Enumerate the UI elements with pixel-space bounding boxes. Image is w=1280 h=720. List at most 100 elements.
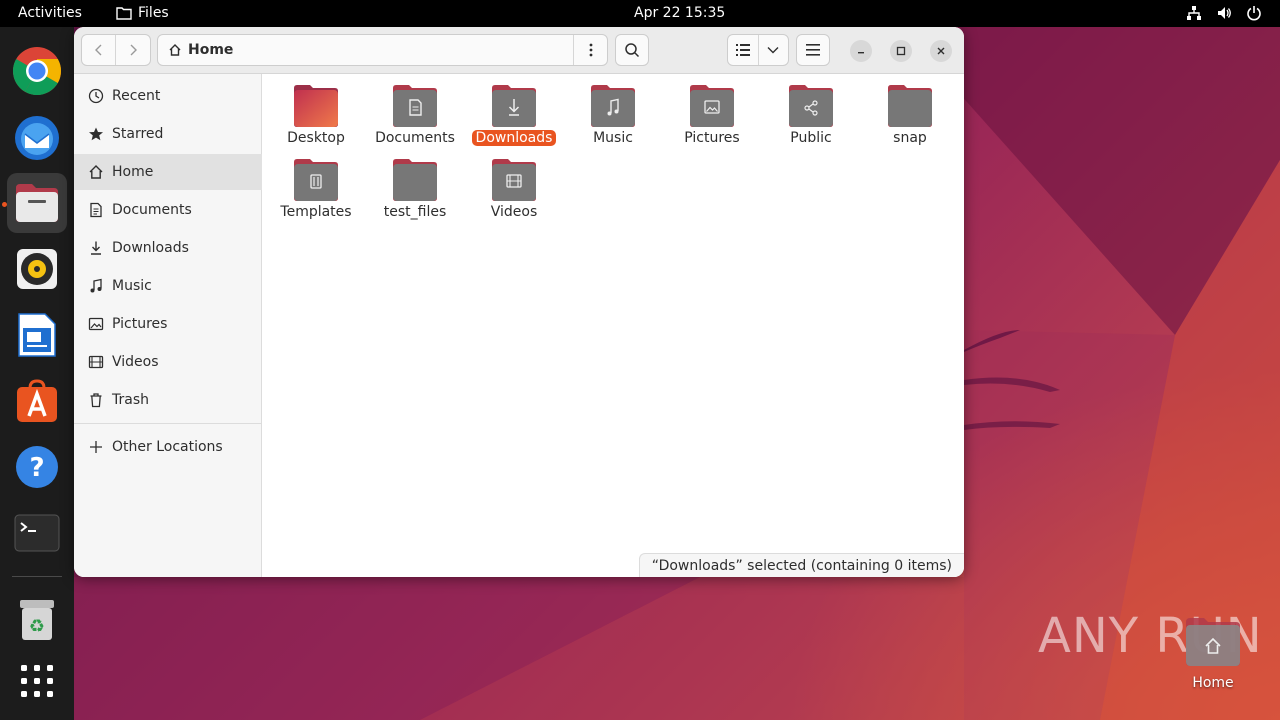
folder-videos[interactable]: Videos — [466, 158, 562, 230]
path-label: Home — [188, 42, 234, 58]
file-grid: Desktop Documents Downloads Music Pictur… — [263, 74, 964, 577]
volume-icon[interactable] — [1216, 5, 1232, 21]
sidebar: Recent Starred Home Documents Downloads … — [74, 74, 262, 577]
folder-icon — [888, 85, 932, 127]
svg-text:?: ? — [29, 453, 44, 483]
svg-text:♻: ♻ — [29, 616, 45, 637]
terminal-icon — [14, 514, 60, 552]
software-center-icon — [17, 379, 57, 422]
desktop-home-label: Home — [1192, 675, 1234, 691]
folder-music[interactable]: Music — [565, 84, 661, 156]
folder-documents[interactable]: Documents — [367, 84, 463, 156]
folder-public[interactable]: Public — [763, 84, 859, 156]
activities-button[interactable]: Activities — [18, 5, 82, 21]
help-launcher[interactable]: ? — [7, 437, 67, 497]
clock[interactable]: Apr 22 15:35 — [634, 5, 725, 21]
path-bar[interactable]: Home — [157, 34, 608, 66]
sidebar-item-other-locations[interactable]: Other Locations — [74, 429, 262, 465]
folder-label: Pictures — [684, 130, 740, 146]
sidebar-item-music[interactable]: Music — [74, 268, 262, 304]
sidebar-item-videos[interactable]: Videos — [74, 344, 262, 380]
show-apps-button[interactable] — [7, 651, 67, 711]
path-menu-button[interactable] — [573, 35, 607, 65]
sidebar-item-home[interactable]: Home — [74, 154, 262, 190]
show-apps-icon — [21, 665, 53, 697]
writer-launcher[interactable] — [7, 305, 67, 365]
folder-label: Videos — [490, 204, 538, 220]
folder-icon — [116, 7, 132, 20]
back-button[interactable] — [82, 35, 117, 65]
help-icon: ? — [16, 446, 58, 488]
dock-separator — [12, 576, 62, 577]
minimize-button[interactable] — [850, 40, 872, 62]
star-icon — [88, 126, 104, 142]
software-launcher[interactable] — [7, 371, 67, 431]
sidebar-item-starred[interactable]: Starred — [74, 116, 262, 152]
main-menu-button[interactable] — [796, 34, 830, 66]
vertical-dots-icon — [589, 43, 592, 57]
sidebar-item-downloads[interactable]: Downloads — [74, 230, 262, 266]
sidebar-item-label: Recent — [112, 88, 161, 104]
sidebar-item-recent[interactable]: Recent — [74, 78, 262, 114]
folder-label: snap — [893, 130, 927, 146]
sidebar-item-documents[interactable]: Documents — [74, 192, 262, 228]
home-icon — [169, 44, 181, 56]
folder-label: Templates — [280, 204, 352, 220]
network-icon[interactable] — [1186, 5, 1202, 21]
templates-folder-icon — [294, 159, 338, 201]
search-button[interactable] — [615, 34, 649, 66]
thunderbird-icon — [15, 116, 59, 160]
thunderbird-launcher[interactable] — [7, 107, 67, 167]
folder-downloads[interactable]: Downloads — [466, 84, 562, 156]
folder-desktop[interactable]: Desktop — [268, 84, 364, 156]
status-bar: “Downloads” selected (containing 0 items… — [638, 553, 964, 577]
music-folder-icon — [591, 85, 635, 127]
search-icon — [625, 43, 640, 58]
system-tray[interactable] — [1186, 5, 1262, 21]
chrome-icon — [12, 47, 62, 96]
folder-label: Music — [593, 130, 633, 146]
chevron-left-icon — [94, 44, 101, 56]
desktop-home-shortcut[interactable]: Home — [1181, 617, 1245, 697]
documents-folder-icon — [393, 85, 437, 127]
picture-icon — [88, 316, 104, 332]
sidebar-separator — [74, 423, 262, 424]
folder-label: Desktop — [287, 130, 345, 146]
close-button[interactable] — [930, 40, 952, 62]
home-folder-icon — [1186, 618, 1240, 666]
video-icon — [88, 354, 104, 370]
path-home-crumb[interactable]: Home — [168, 42, 233, 58]
folder-snap[interactable]: snap — [862, 84, 958, 156]
files-icon — [16, 184, 58, 222]
trash-icon: ♻ — [20, 600, 54, 640]
app-menu[interactable]: Files — [116, 5, 169, 21]
sidebar-item-label: Pictures — [112, 316, 168, 332]
terminal-launcher[interactable] — [7, 503, 67, 563]
minimize-icon — [858, 52, 864, 54]
sidebar-item-label: Trash — [112, 392, 149, 408]
chrome-launcher[interactable] — [7, 41, 67, 101]
folder-icon — [393, 159, 437, 201]
trash-launcher[interactable]: ♻ — [7, 589, 67, 649]
view-options-button[interactable] — [759, 35, 788, 65]
downloads-folder-icon — [492, 85, 536, 127]
sidebar-item-pictures[interactable]: Pictures — [74, 306, 262, 342]
files-launcher[interactable] — [7, 173, 67, 233]
maximize-button[interactable] — [890, 40, 912, 62]
plus-icon — [88, 439, 104, 455]
folder-test-files[interactable]: test_files — [367, 158, 463, 230]
power-icon[interactable] — [1246, 5, 1262, 21]
folder-pictures[interactable]: Pictures — [664, 84, 760, 156]
nav-buttons — [81, 34, 151, 66]
list-view-button[interactable] — [728, 35, 759, 65]
desktop-folder-icon — [294, 85, 338, 127]
sidebar-item-trash[interactable]: Trash — [74, 382, 262, 418]
folder-label: Public — [790, 130, 832, 146]
forward-button[interactable] — [116, 35, 150, 65]
folder-templates[interactable]: Templates — [268, 158, 364, 230]
dock: ? ♻ — [0, 27, 74, 720]
hamburger-icon — [806, 44, 820, 56]
home-icon — [88, 164, 104, 180]
rhythmbox-launcher[interactable] — [7, 239, 67, 299]
download-icon — [88, 240, 104, 256]
